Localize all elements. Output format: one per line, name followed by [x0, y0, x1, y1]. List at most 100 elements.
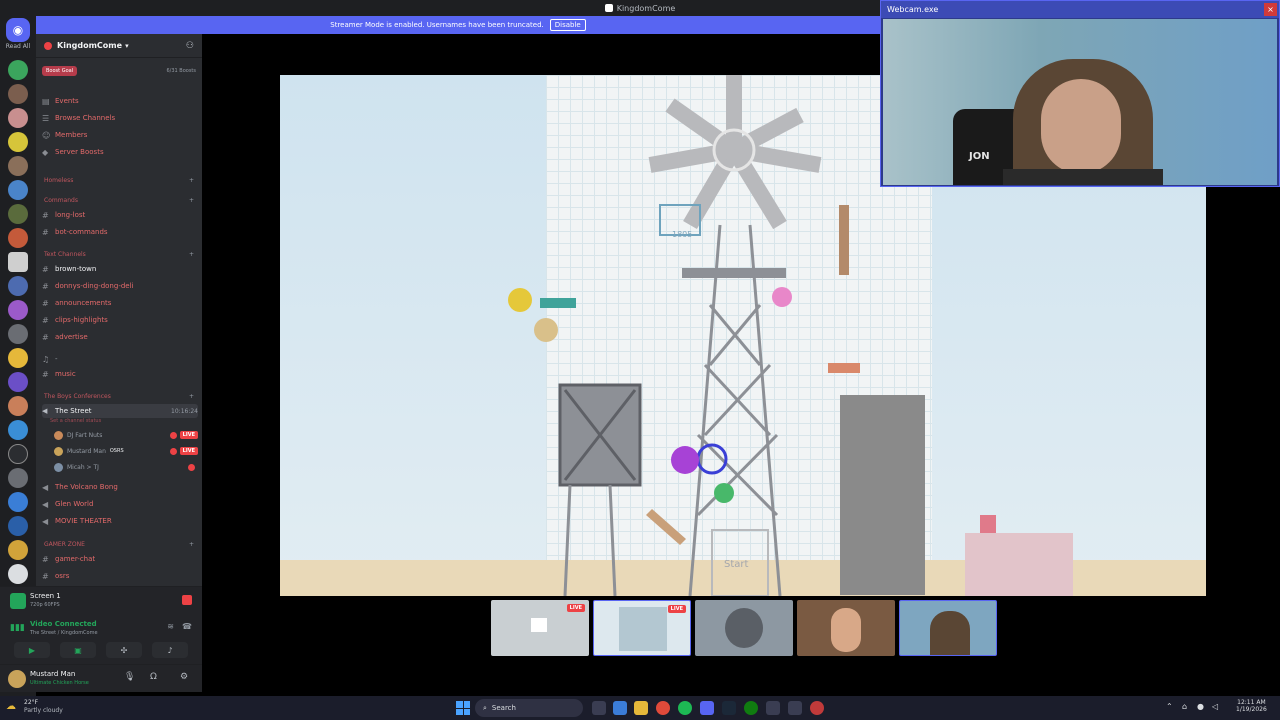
- file-explorer-icon[interactable]: [634, 701, 648, 715]
- app-icon[interactable]: [788, 701, 802, 715]
- discord-icon[interactable]: [700, 701, 714, 715]
- read-all-label[interactable]: Read All: [2, 43, 34, 50]
- server-icon[interactable]: [8, 132, 28, 152]
- add-channel-icon[interactable]: +: [189, 251, 194, 261]
- obs-icon[interactable]: [810, 701, 824, 715]
- channel-donnys[interactable]: # donnys-ding-dong-deli: [42, 279, 198, 293]
- microphone-icon[interactable]: 🎙: [124, 672, 135, 682]
- close-icon[interactable]: ×: [1264, 3, 1277, 16]
- spotify-icon[interactable]: [678, 701, 692, 715]
- xbox-icon[interactable]: [744, 701, 758, 715]
- channel-advertise[interactable]: # advertise: [42, 330, 198, 344]
- channel-music[interactable]: # music: [42, 367, 198, 381]
- webcam-window[interactable]: Webcam.exe × JON: [880, 0, 1280, 187]
- xbox-icon[interactable]: [8, 564, 28, 584]
- browse-channels-item[interactable]: ☰ Browse Channels: [42, 111, 198, 125]
- signal-icon: ▮▮▮: [10, 623, 25, 633]
- add-channel-icon[interactable]: +: [189, 177, 194, 187]
- server-boosts-item[interactable]: ◆ Server Boosts: [42, 145, 198, 159]
- chevron-up-icon[interactable]: ⌃: [1166, 702, 1173, 711]
- headphones-icon[interactable]: Ω: [150, 672, 157, 682]
- add-channel-icon[interactable]: +: [189, 541, 194, 551]
- voice-channel-the-street[interactable]: ◀ The Street 10:16:24: [42, 404, 198, 418]
- volume-icon[interactable]: ◁: [1212, 702, 1218, 711]
- stream-thumbnail-active[interactable]: LIVE: [593, 600, 691, 656]
- disconnect-icon[interactable]: ☎: [182, 622, 192, 631]
- add-channel-icon[interactable]: +: [189, 393, 194, 403]
- voice-channel-glen[interactable]: ◀ Glen World: [42, 497, 198, 511]
- server-icon[interactable]: [8, 300, 28, 320]
- members-item[interactable]: ☺ Members: [42, 128, 198, 142]
- server-icon[interactable]: [8, 60, 28, 80]
- server-icon[interactable]: [8, 108, 28, 128]
- chrome-icon[interactable]: [656, 701, 670, 715]
- gear-icon[interactable]: ⚙: [180, 672, 188, 682]
- discord-home-icon[interactable]: ◉: [6, 18, 30, 42]
- server-icon[interactable]: [8, 276, 28, 296]
- channel-long-lost[interactable]: # long-lost: [42, 208, 198, 222]
- server-icon[interactable]: [8, 372, 28, 392]
- add-channel-icon[interactable]: +: [189, 197, 194, 207]
- channel-bot-commands[interactable]: # bot-commands: [42, 225, 198, 239]
- participant-tile[interactable]: [797, 600, 895, 656]
- avatar[interactable]: [8, 670, 26, 688]
- server-icon[interactable]: [8, 324, 28, 344]
- server-icon[interactable]: [8, 156, 28, 176]
- server-icon[interactable]: [8, 348, 28, 368]
- events-item[interactable]: ▤ Events: [42, 94, 198, 108]
- stop-stream-button[interactable]: [182, 595, 192, 605]
- server-icon[interactable]: [8, 516, 28, 536]
- channel-announcements[interactable]: # announcements: [42, 296, 198, 310]
- boost-goal-bar[interactable]: Boost Goal 6/31 Boosts: [42, 64, 196, 78]
- server-icon[interactable]: [8, 204, 28, 224]
- server-icon[interactable]: [8, 396, 28, 416]
- soundboard-button[interactable]: ♪: [152, 642, 188, 658]
- system-clock[interactable]: 12:11 AM 1/19/2026: [1236, 699, 1267, 713]
- channel-dash[interactable]: ♫ -: [42, 352, 198, 366]
- store-icon[interactable]: [613, 701, 627, 715]
- windows-start-icon[interactable]: [456, 701, 470, 715]
- server-icon[interactable]: [8, 228, 28, 248]
- disable-streamer-mode-button[interactable]: Disable: [549, 19, 586, 31]
- task-view-icon[interactable]: [592, 701, 606, 715]
- invite-people-icon[interactable]: ⚇: [186, 41, 194, 51]
- server-icon[interactable]: [8, 252, 28, 272]
- voice-member[interactable]: Micah > TJ: [54, 460, 198, 474]
- voice-channel-movie[interactable]: ◀ MOVIE THEATER: [42, 514, 198, 528]
- category-boys-conferences[interactable]: The Boys Conferences +: [44, 393, 194, 403]
- connection-status[interactable]: Video Connected: [30, 620, 97, 628]
- channel-osrs[interactable]: # osrs: [42, 569, 198, 583]
- server-icon[interactable]: [8, 444, 28, 464]
- steam-icon[interactable]: [722, 701, 736, 715]
- voice-member[interactable]: DJ Fart Nuts LIVE: [54, 428, 198, 442]
- server-icon[interactable]: [8, 420, 28, 440]
- voice-member[interactable]: Mustard Man OSRS LIVE: [54, 444, 198, 458]
- set-status-label[interactable]: Set a channel status: [50, 418, 101, 424]
- microphone-icon[interactable]: ●: [1197, 702, 1204, 711]
- channel-brown-town[interactable]: # brown-town: [42, 262, 198, 276]
- app-icon[interactable]: [766, 701, 780, 715]
- network-icon[interactable]: ⌂: [1182, 702, 1187, 711]
- stream-thumbnail[interactable]: LIVE: [491, 600, 589, 656]
- webcam-titlebar[interactable]: Webcam.exe: [881, 1, 1279, 18]
- category-commands[interactable]: Commands +: [44, 197, 194, 207]
- category-text-channels[interactable]: Text Channels +: [44, 251, 194, 261]
- channel-clips[interactable]: # clips-highlights: [42, 313, 198, 327]
- screen-share-button[interactable]: ▣: [60, 642, 96, 658]
- server-icon[interactable]: [8, 180, 28, 200]
- taskbar-search[interactable]: ⌕ Search: [475, 699, 583, 717]
- server-icon[interactable]: [8, 84, 28, 104]
- voice-channel-volcano[interactable]: ◀ The Volcano Bong: [42, 480, 198, 494]
- channel-gamer-chat[interactable]: # gamer-chat: [42, 552, 198, 566]
- server-header[interactable]: KingdomCome ▾ ⚇: [36, 34, 202, 58]
- participant-tile[interactable]: [695, 600, 793, 656]
- activities-button[interactable]: ✣: [106, 642, 142, 658]
- server-icon[interactable]: [8, 540, 28, 560]
- category-gamer-zone[interactable]: GAMER ZONE +: [44, 541, 194, 551]
- category-homeless[interactable]: Homeless +: [44, 177, 194, 187]
- server-icon[interactable]: [8, 492, 28, 512]
- server-icon[interactable]: [8, 468, 28, 488]
- participant-tile[interactable]: [899, 600, 997, 656]
- camera-button[interactable]: ▶: [14, 642, 50, 658]
- noise-suppression-icon[interactable]: ≋: [167, 622, 174, 631]
